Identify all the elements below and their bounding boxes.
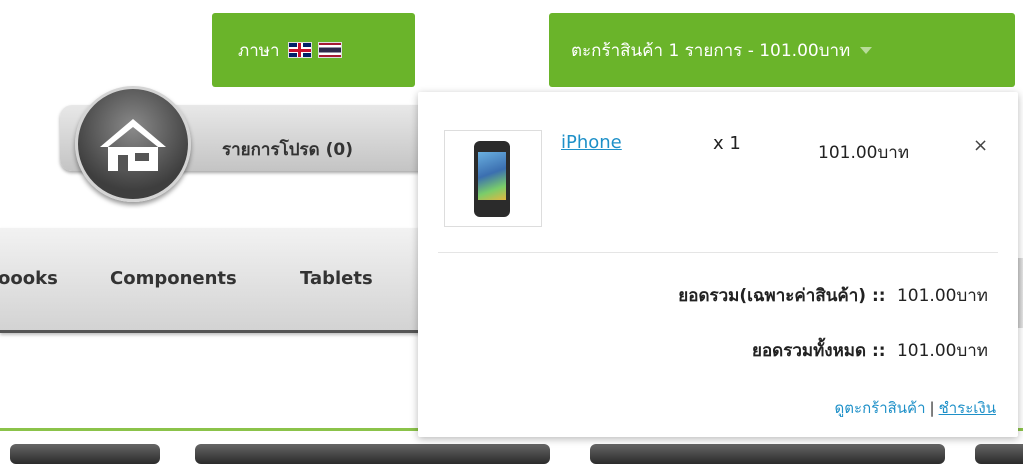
- divider: [438, 252, 998, 253]
- home-button[interactable]: [75, 86, 191, 202]
- bottom-tab[interactable]: [590, 444, 945, 464]
- bottom-tab[interactable]: [195, 444, 550, 464]
- view-cart-link[interactable]: ดูตะกร้าสินค้า: [835, 399, 926, 417]
- product-thumbnail[interactable]: [444, 130, 542, 227]
- total-value: 101.00บาท: [896, 341, 988, 361]
- cart-item-price: 101.00บาท: [818, 143, 910, 163]
- cart-item-qty: x 1: [713, 133, 741, 154]
- wishlist-link[interactable]: รายการโปรด (0): [222, 136, 353, 163]
- remove-item-button[interactable]: ×: [973, 135, 988, 156]
- subtotal-row: ยอดรวม(เฉพาะค่าสินค้า) :: 101.00บาท: [678, 282, 988, 309]
- nav-item-books[interactable]: oooks: [0, 268, 58, 289]
- bottom-tab[interactable]: [975, 444, 1023, 464]
- cart-button[interactable]: ตะกร้าสินค้า 1 รายการ - 101.00บาท: [549, 13, 1015, 87]
- language-button[interactable]: ภาษา: [212, 13, 415, 87]
- total-label: ยอดรวมทั้งหมด ::: [751, 341, 886, 361]
- link-separator: |: [929, 399, 935, 417]
- thai-flag-icon[interactable]: [317, 42, 342, 58]
- chevron-down-icon: [860, 46, 873, 54]
- category-nav: oooks Components Tablets: [0, 228, 430, 333]
- cart-item-name[interactable]: iPhone: [561, 132, 622, 153]
- subtotal-label: ยอดรวม(เฉพาะค่าสินค้า) ::: [678, 286, 886, 306]
- cart-links: ดูตะกร้าสินค้า | ชำระเงิน: [835, 396, 996, 420]
- bottom-tab[interactable]: [10, 444, 160, 464]
- cart-button-label: ตะกร้าสินค้า 1 รายการ - 101.00บาท: [571, 40, 851, 61]
- subtotal-value: 101.00บาท: [896, 286, 988, 306]
- cart-dropdown: iPhone x 1 101.00บาท × ยอดรวม(เฉพาะค่าสิ…: [418, 92, 1018, 437]
- nav-item-tablets[interactable]: Tablets: [300, 268, 373, 289]
- home-icon: [100, 119, 166, 171]
- total-row: ยอดรวมทั้งหมด :: 101.00บาท: [752, 337, 988, 364]
- nav-item-components[interactable]: Components: [110, 268, 237, 289]
- iphone-image: [474, 141, 510, 217]
- uk-flag-icon[interactable]: [287, 42, 312, 58]
- checkout-link[interactable]: ชำระเงิน: [939, 399, 996, 417]
- language-label: ภาษา: [238, 40, 280, 61]
